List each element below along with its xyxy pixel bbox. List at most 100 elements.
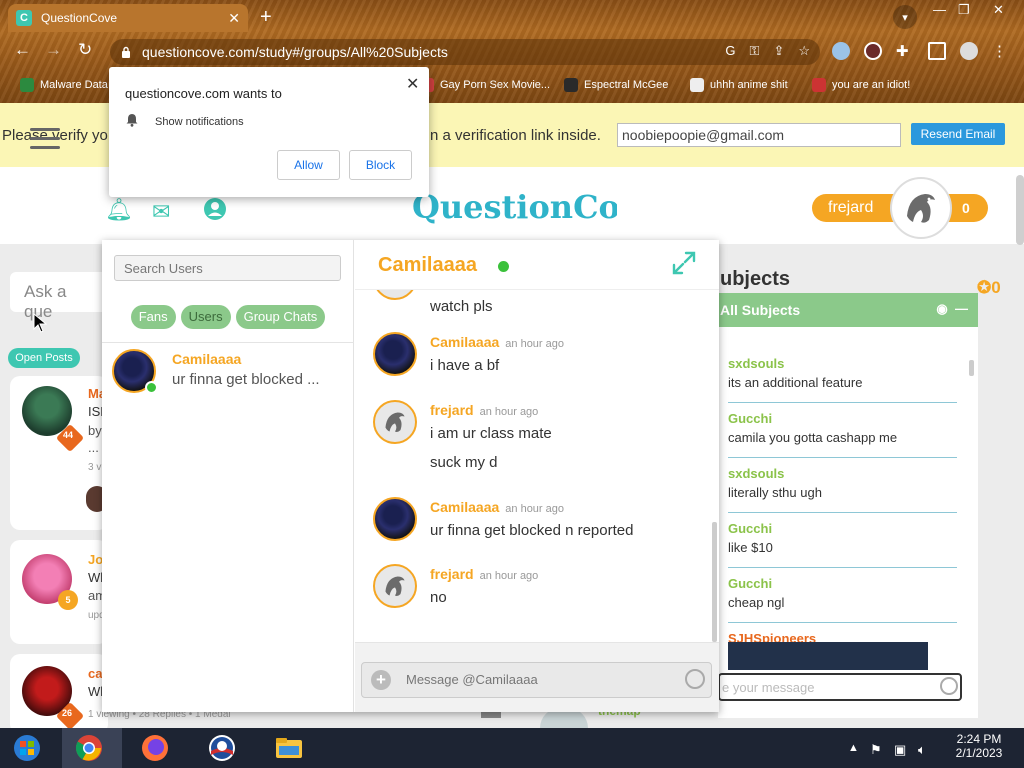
block-button[interactable]: Block	[349, 150, 412, 180]
tab-search-chevron-icon[interactable]: ▾	[893, 5, 917, 29]
emoji-icon[interactable]	[685, 669, 705, 689]
more-menu-icon[interactable]: ⋮	[992, 42, 1010, 60]
address-bar[interactable]: questioncove.com/study#/groups/All%20Sub…	[110, 39, 820, 65]
online-status-dot	[145, 381, 158, 394]
extension-avatar-icon[interactable]	[864, 42, 882, 60]
search-users-input[interactable]: Search Users	[114, 255, 341, 281]
obama-logo-icon[interactable]	[205, 733, 239, 763]
reload-icon[interactable]: ↻	[78, 40, 92, 60]
sidepanel-icon[interactable]	[928, 42, 946, 60]
hamburger-menu-icon[interactable]	[30, 128, 60, 152]
points-count: 0	[962, 200, 970, 216]
google-icon[interactable]: G	[725, 43, 735, 59]
group-message: sxdsouls its an additional feature	[728, 348, 957, 403]
chat-thread-header: Camilaaaa	[355, 240, 719, 290]
extension-flag-icon[interactable]	[832, 42, 850, 60]
action-center-flag-icon[interactable]: ⚑	[870, 742, 882, 758]
screen: C QuestionCove ✕ + ▾ — ❐ ✕ ← → ↻ questio…	[0, 0, 1024, 768]
user-avatar[interactable]	[890, 177, 952, 239]
tab-users[interactable]: Users	[180, 305, 231, 329]
direct-message-window: Search Users Fans Users Group Chats Cami…	[102, 240, 719, 712]
message-text: i am ur class mate	[430, 425, 552, 442]
question-card[interactable]: 5 Jos Wh am upd	[10, 540, 110, 644]
group-chat-header[interactable]: All Subjects ◉ —	[718, 293, 978, 327]
chrome-icon[interactable]	[72, 733, 106, 763]
group-name: All Subjects	[720, 302, 801, 318]
new-tab-button[interactable]: +	[260, 6, 272, 29]
close-tab-icon[interactable]: ✕	[228, 10, 240, 27]
message-time: an hour ago	[479, 406, 539, 418]
hide-eye-icon[interactable]: ◉	[936, 301, 947, 316]
active-contact-name[interactable]: Camilaaaa	[378, 254, 477, 277]
group-message: Gucchi like $10	[728, 513, 957, 568]
svg-text:QuestionCove: QuestionCove	[412, 188, 617, 226]
resend-email-button[interactable]: Resend Email	[911, 123, 1005, 145]
bookmark-item[interactable]: Espectral McGee	[564, 78, 668, 92]
bookmark-item[interactable]: Malware Data	[20, 78, 108, 92]
tab-group-chats[interactable]: Group Chats	[235, 305, 326, 329]
bookmark-item[interactable]: Gay Porn Sex Movie...	[420, 78, 550, 92]
expand-icon[interactable]	[671, 250, 697, 276]
ask-question-input[interactable]: Ask a que	[10, 272, 110, 321]
message-text: ur finna get blocked n reported	[430, 522, 634, 539]
message-sender[interactable]: Camilaaaa an hour ago	[430, 334, 564, 350]
attach-plus-icon[interactable]: +	[371, 670, 391, 690]
user-icon[interactable]	[203, 197, 227, 227]
questioncove-logo[interactable]: QuestionCove	[412, 182, 659, 230]
start-button-icon[interactable]	[10, 733, 44, 763]
bookmark-item[interactable]: you are an idiot!	[812, 78, 910, 92]
mouse-cursor-icon	[33, 313, 47, 333]
system-clock[interactable]: 2:24 PM 2/1/2023	[944, 732, 1014, 760]
dolphin-icon	[907, 194, 935, 223]
browser-tab[interactable]: C QuestionCove ✕	[8, 4, 248, 32]
username-label: frejard	[828, 199, 874, 216]
message-sender[interactable]: Camilaaaa an hour ago	[430, 499, 564, 515]
bookmark-item[interactable]: uhhh anime shit	[690, 78, 788, 92]
key-icon[interactable]: ⚿	[750, 43, 760, 59]
message: watch pls	[355, 290, 705, 320]
conversation-preview: ur finna get blocked ...	[172, 371, 320, 388]
mail-icon[interactable]: ✉	[152, 199, 170, 225]
group-message: Gucchi camila you gotta cashapp me	[728, 403, 957, 458]
message-list-scrollbar[interactable]	[712, 522, 717, 642]
profile-icon[interactable]	[960, 42, 978, 60]
emoji-icon[interactable]	[940, 677, 958, 695]
network-icon[interactable]: ▣	[894, 742, 906, 758]
volume-icon[interactable]: 🔈︎	[918, 742, 926, 758]
allow-button[interactable]: Allow	[277, 150, 340, 180]
tab-title: QuestionCove	[41, 11, 118, 25]
message-sender[interactable]: frejard an hour ago	[430, 402, 538, 418]
conversation-item[interactable]: Camilaaaa ur finna get blocked ...	[102, 343, 354, 395]
url-text: questioncove.com/study#/groups/All%20Sub…	[142, 44, 448, 60]
group-message: sxdsouls literally sthu ugh	[728, 458, 957, 513]
email-field[interactable]: noobiepoopie@gmail.com	[617, 123, 901, 147]
show-hidden-icons-icon[interactable]: ▲	[848, 742, 859, 754]
firefox-icon[interactable]	[138, 733, 172, 763]
file-explorer-icon[interactable]	[272, 733, 306, 763]
tab-fans[interactable]: Fans	[130, 305, 176, 329]
minimize-button[interactable]: —	[933, 2, 946, 17]
back-arrow-icon[interactable]: ←	[14, 40, 31, 60]
logo-graphic: QuestionCove	[412, 188, 659, 226]
open-posts-tab[interactable]: Open Posts	[8, 348, 80, 368]
windows-taskbar: ▲ ⚑ ▣ 🔈︎ 2:24 PM 2/1/2023	[0, 728, 1024, 768]
forward-arrow-icon[interactable]: →	[45, 40, 62, 60]
medal-count: ✪0	[977, 278, 1001, 297]
question-card[interactable]: 44 Ma ISH by ... 3 vi	[10, 376, 110, 530]
minimize-icon[interactable]: —	[955, 301, 968, 316]
close-icon[interactable]: ✕	[406, 74, 419, 94]
bell-icon[interactable]: 🔔︎	[105, 197, 133, 223]
page-scrollbar[interactable]	[1016, 175, 1024, 245]
message-input[interactable]: Message @Camilaaaa	[361, 662, 712, 698]
restore-button[interactable]: ❐	[958, 2, 970, 18]
puzzle-icon[interactable]: ✚	[896, 42, 914, 60]
question-card[interactable]: 26 ca Wh	[10, 654, 108, 734]
shared-screenshot-thumbnail[interactable]	[728, 642, 928, 670]
close-window-button[interactable]: ✕	[993, 2, 1004, 18]
bookmark-star-icon[interactable]: ☆	[798, 43, 810, 59]
message: Camilaaaa an hour ago ur finna get blocke…	[355, 497, 705, 557]
share-icon[interactable]: ⇪	[773, 43, 784, 59]
group-chat-scrollbar[interactable]	[969, 360, 974, 376]
group-message-input[interactable]: e your message	[718, 673, 962, 701]
message-sender[interactable]: frejard an hour ago	[430, 566, 538, 582]
